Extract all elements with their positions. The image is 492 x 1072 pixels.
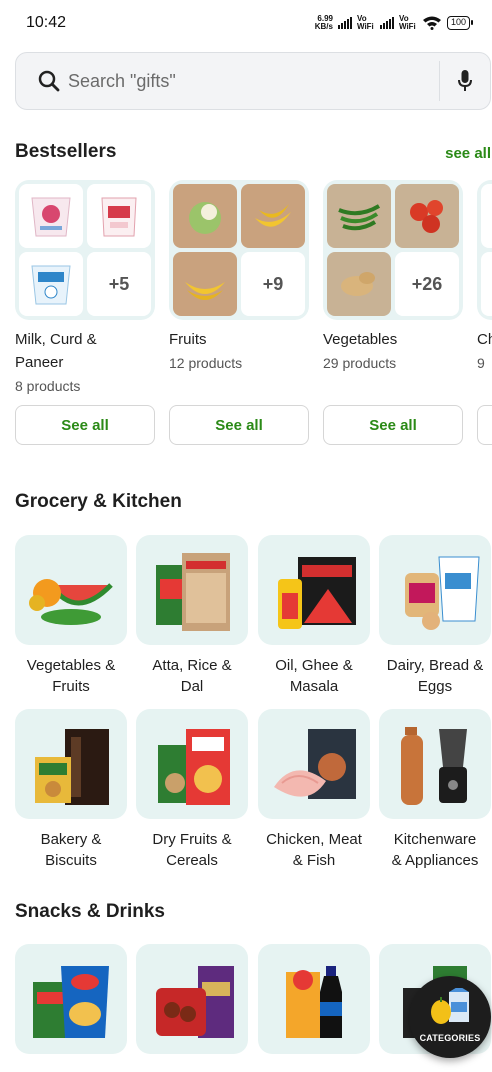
bestseller-collage: +9 [169,180,309,320]
bestseller-count: 9 [477,355,485,371]
milk-pack-image-2 [19,252,83,316]
banana-image-2 [173,252,237,316]
category-sweets[interactable] [136,944,248,1054]
status-icons: 6.99 KB/s Vo WiFi Vo WiFi 100 [314,14,474,31]
network-speed: 6.99 KB/s [314,14,333,31]
coconut-image [173,184,237,248]
category-label: Kitchenware & Appliances [391,831,479,869]
drinks-image [258,944,370,1054]
more-count: +5 [87,252,151,316]
bestseller-count: 29 products [323,355,397,371]
category-label: Dairy, Bread & Eggs [386,657,484,695]
category-atta-rice-dal[interactable]: Atta, Rice & Dal [136,535,248,697]
status-bar: 10:42 6.99 KB/s Vo WiFi Vo WiFi 100 [0,0,492,46]
oil-ghee-masala-image [258,535,370,645]
category-label: Bakery & Biscuits [40,831,102,869]
milk-pack-image [19,184,83,248]
dry-fruits-cereals-image [136,709,248,819]
microphone-icon[interactable] [440,52,490,110]
atta-rice-dal-image [136,535,248,645]
vegetables-fruits-image [15,535,127,645]
bestseller-collage: +5 [15,180,155,320]
see-all-button-milk[interactable]: See all [15,405,155,445]
bestsellers-carousel[interactable]: +5 Milk, Curd & Paneer 8 products See al… [15,180,492,450]
category-vegetables-fruits[interactable]: Vegetables & Fruits [15,535,127,697]
sweets-image [136,944,248,1054]
bestseller-count: 12 products [169,355,243,371]
wifi-icon [422,16,441,30]
category-chicken-meat-fish[interactable]: Chicken, Meat & Fish [258,709,370,871]
category-drinks[interactable] [258,944,370,1054]
green-chilli-image [327,184,391,248]
see-all-button-vegetables[interactable]: See all [323,405,463,445]
see-all-button-fruits[interactable]: See all [169,405,309,445]
chips-image [15,944,127,1054]
category-kitchenware-appliances[interactable]: Kitchenware & Appliances [379,709,491,871]
curd-pack-image [87,184,151,248]
signal-icon-2 [379,17,394,29]
more-count: +26 [395,252,459,316]
category-snack-chips[interactable] [15,944,127,1054]
category-label: Atta, Rice & Dal [152,657,232,695]
search-bar[interactable]: Search "gifts" [15,52,491,110]
vowifi-label: Vo WiFi [356,14,374,31]
category-bakery-biscuits[interactable]: Bakery & Biscuits [15,709,127,871]
bestseller-name: Ch [477,331,492,348]
vowifi-label-2: Vo WiFi [398,14,416,31]
category-dry-fruits-cereals[interactable]: Dry Fruits & Cereals [136,709,248,871]
bestseller-name: Vegetables [323,331,398,348]
categories-icon [431,988,469,1024]
grocery-kitchen-title: Grocery & Kitchen [15,491,182,512]
bestseller-card-vegetables[interactable]: +26 Vegetables 29 products [323,180,463,373]
category-dairy-bread-eggs[interactable]: Dairy, Bread & Eggs [379,535,491,697]
signal-icon [337,17,352,29]
category-oil-ghee-masala[interactable]: Oil, Ghee & Masala [258,535,370,697]
bestseller-card-milk[interactable]: +5 Milk, Curd & Paneer 8 products [15,180,155,396]
bestseller-collage: +26 [323,180,463,320]
search-input[interactable]: Search "gifts" [68,71,439,92]
categories-label: CATEGORIES [419,1033,481,1043]
bestseller-collage [477,180,492,320]
bestseller-name: Fruits [169,331,207,348]
category-label: Oil, Ghee & Masala [275,657,353,695]
kitchenware-appliances-image [379,709,491,819]
snacks-drinks-title: Snacks & Drinks [15,901,165,922]
more-count: +9 [241,252,305,316]
banana-image [241,184,305,248]
bestseller-card-partial[interactable]: Ch 9 [477,180,492,373]
bakery-biscuits-image [15,709,127,819]
see-all-button-partial[interactable] [477,405,492,445]
search-icon [16,52,60,110]
bestseller-count: 8 products [15,378,81,394]
bestsellers-title: Bestsellers [15,141,117,162]
tomato-image [395,184,459,248]
category-label: Vegetables & Fruits [26,657,116,695]
bestseller-name: Milk, Curd & Paneer [15,331,97,371]
status-time: 10:42 [26,14,67,31]
bestsellers-see-all-link[interactable]: see all [445,145,491,162]
chicken-meat-fish-image [258,709,370,819]
battery-icon: 100 [446,16,474,30]
bestseller-card-fruits[interactable]: +9 Fruits 12 products [169,180,309,373]
categories-fab-button[interactable]: CATEGORIES [409,976,491,1058]
dairy-bread-eggs-image [379,535,491,645]
category-label: Dry Fruits & Cereals [152,831,232,869]
ginger-image [327,252,391,316]
category-label: Chicken, Meat & Fish [266,831,362,869]
